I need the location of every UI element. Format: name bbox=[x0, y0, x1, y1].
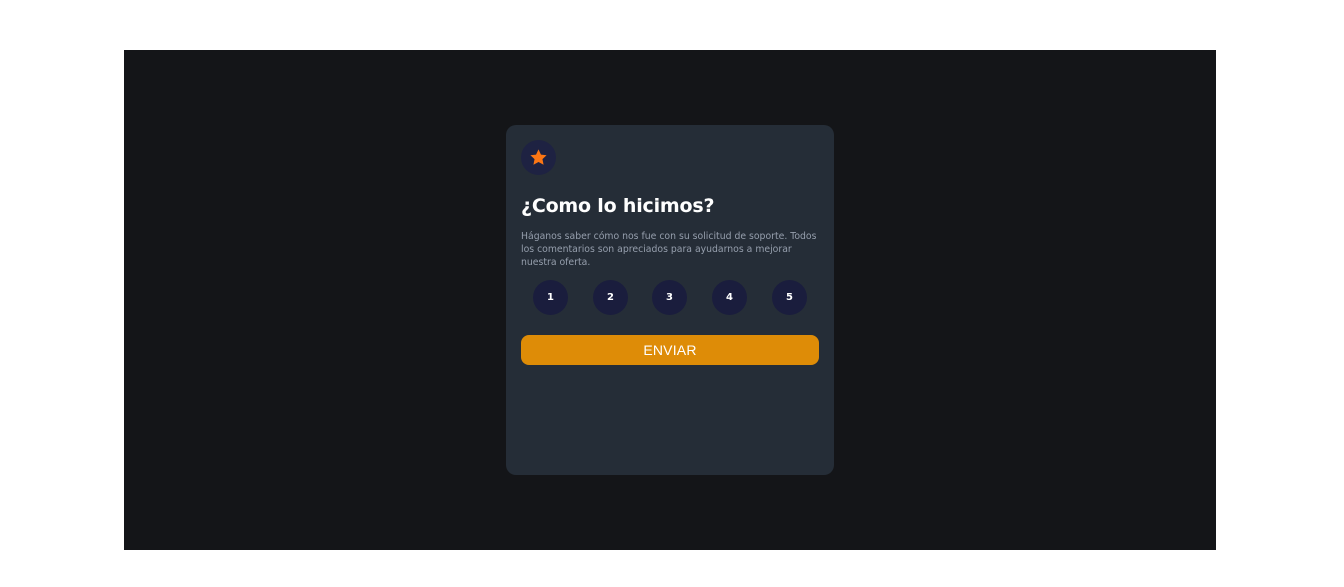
card-title: ¿Como lo hicimos? bbox=[521, 195, 715, 217]
star-icon bbox=[530, 149, 547, 165]
rating-button-1[interactable]: 1 bbox=[533, 280, 568, 315]
rating-button-3[interactable]: 3 bbox=[652, 280, 687, 315]
star-badge bbox=[521, 140, 556, 175]
rating-button-2[interactable]: 2 bbox=[593, 280, 628, 315]
rating-button-5[interactable]: 5 bbox=[772, 280, 807, 315]
rating-button-4[interactable]: 4 bbox=[712, 280, 747, 315]
page-background: ¿Como lo hicimos? Háganos saber cómo nos… bbox=[124, 50, 1216, 550]
rating-options: 1 2 3 4 5 bbox=[533, 280, 807, 315]
submit-button[interactable]: ENVIAR bbox=[521, 335, 819, 365]
rating-card: ¿Como lo hicimos? Háganos saber cómo nos… bbox=[506, 125, 834, 475]
card-description: Háganos saber cómo nos fue con su solici… bbox=[521, 231, 817, 268]
